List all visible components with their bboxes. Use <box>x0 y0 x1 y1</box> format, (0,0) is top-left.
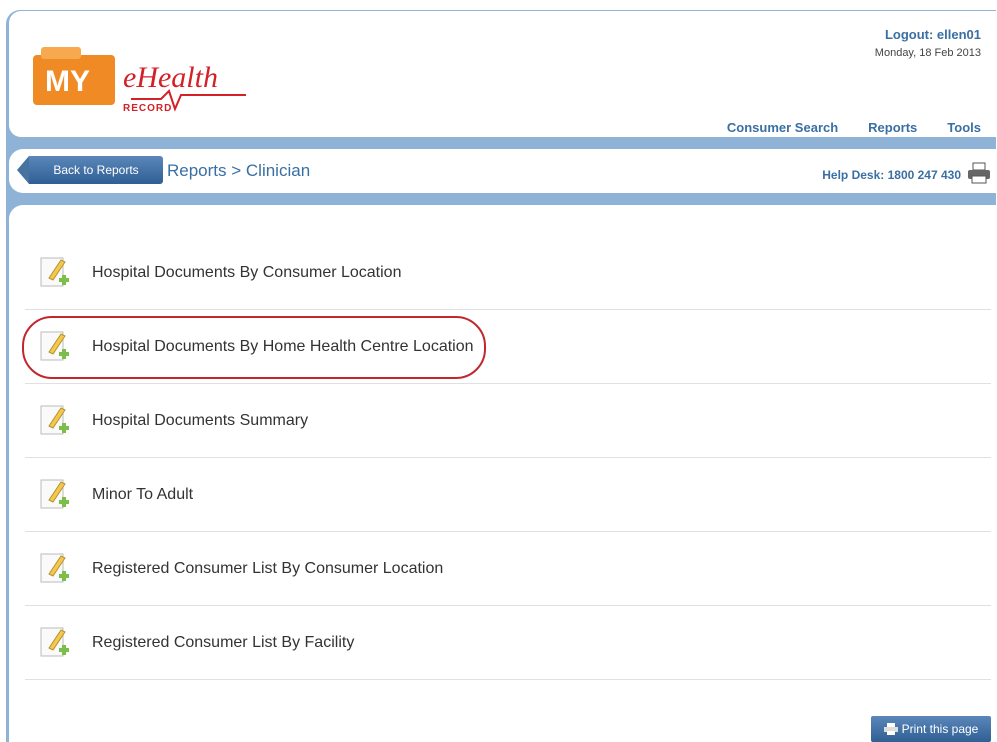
printer-icon <box>883 723 898 735</box>
report-item[interactable]: Registered Consumer List By Consumer Loc… <box>25 532 991 606</box>
print-label: Print this page <box>901 722 979 736</box>
my-ehealth-record-logo: MY eHealth RECORD <box>33 47 246 114</box>
report-label: Registered Consumer List By Facility <box>92 634 355 651</box>
nav-reports[interactable]: Reports <box>868 120 917 135</box>
back-to-reports-button[interactable]: Back to Reports <box>17 156 163 184</box>
report-add-icon <box>40 405 69 435</box>
logout-link[interactable]: Logout: ellen01 <box>885 27 981 42</box>
report-list: Hospital Documents By Consumer Location … <box>25 236 991 680</box>
report-add-icon <box>40 257 69 287</box>
nav-consumer-search[interactable]: Consumer Search <box>727 120 838 135</box>
report-item[interactable]: Registered Consumer List By Facility <box>25 606 991 680</box>
svg-text:RECORD: RECORD <box>123 103 172 114</box>
breadcrumb: Reports > Clinician <box>167 161 311 180</box>
report-label: Registered Consumer List By Consumer Loc… <box>92 560 444 577</box>
highlight-circle <box>22 316 486 379</box>
report-add-icon <box>40 627 69 657</box>
report-add-icon <box>40 479 69 509</box>
report-label: Hospital Documents By Consumer Location <box>92 264 402 281</box>
report-label: Minor To Adult <box>92 486 194 503</box>
main-content: Hospital Documents By Consumer Location … <box>9 205 997 742</box>
printer-icon[interactable] <box>967 162 991 184</box>
report-item[interactable]: Hospital Documents By Consumer Location <box>25 236 991 310</box>
print-page-button[interactable]: Print this page <box>871 716 991 742</box>
current-date: Monday, 18 Feb 2013 <box>874 47 981 59</box>
sub-toolbar: Back to Reports Reports > Clinician Help… <box>9 149 997 193</box>
top-nav: Consumer Search Reports Tools <box>727 120 981 135</box>
svg-text:MY: MY <box>45 65 90 98</box>
header: MY eHealth RECORD Logout: ellen01 Monday… <box>9 11 997 137</box>
report-label: Hospital Documents Summary <box>92 412 309 429</box>
svg-text:eHealth: eHealth <box>123 61 218 94</box>
report-item[interactable]: Hospital Documents Summary <box>25 384 991 458</box>
helpdesk-phone: Help Desk: 1800 247 430 <box>822 168 961 182</box>
report-item[interactable]: Minor To Adult <box>25 458 991 532</box>
nav-tools[interactable]: Tools <box>947 120 981 135</box>
report-add-icon <box>40 553 69 583</box>
